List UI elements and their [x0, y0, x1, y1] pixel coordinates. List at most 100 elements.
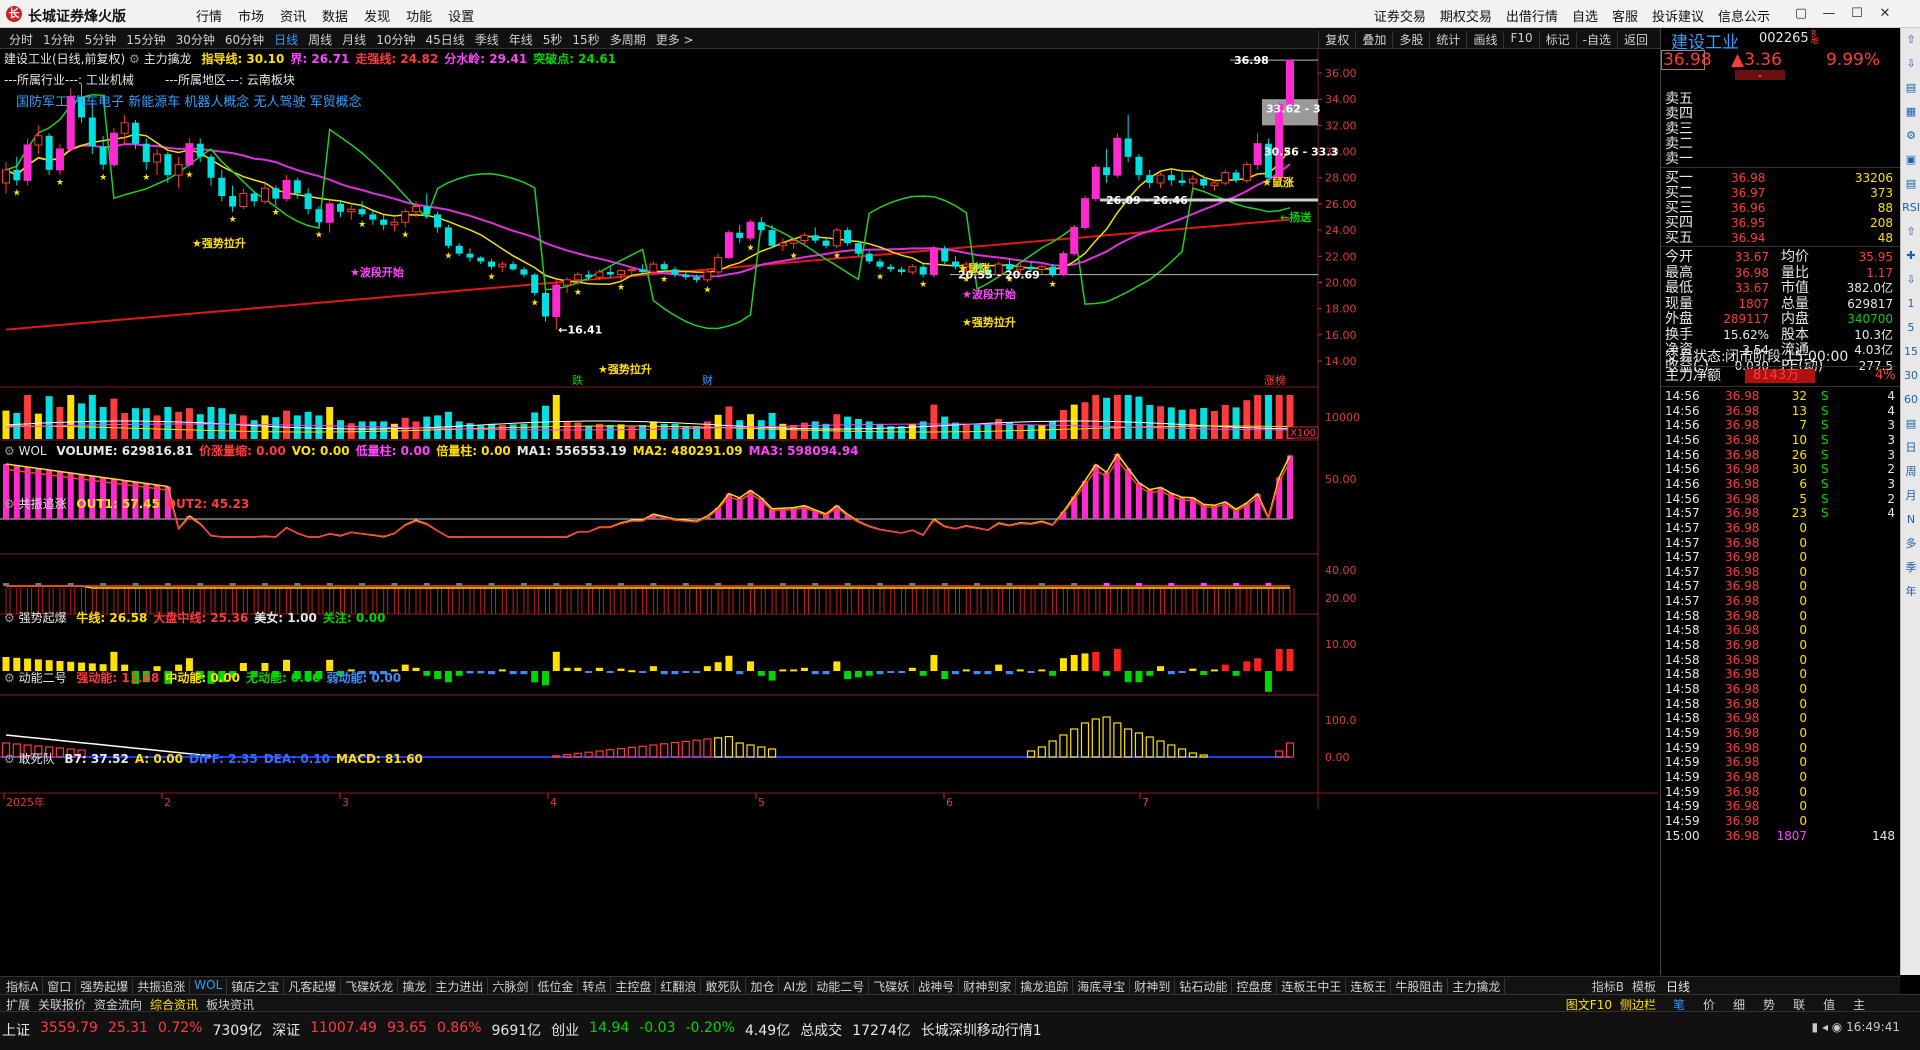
- period-tab[interactable]: 60分钟: [220, 31, 269, 48]
- period-tab[interactable]: 15分钟: [121, 31, 170, 48]
- side-tool-icon[interactable]: 30: [1901, 364, 1920, 388]
- period-tab[interactable]: 15秒: [567, 31, 604, 48]
- side-tool-icon[interactable]: ⇧: [1901, 220, 1920, 244]
- indicator-tab[interactable]: 凡客起爆: [284, 978, 342, 995]
- indicator-tab[interactable]: 共振追涨: [133, 978, 191, 995]
- side-tool-icon[interactable]: 5: [1901, 316, 1920, 340]
- side-tool-icon[interactable]: 日: [1901, 436, 1920, 460]
- indicator-tab[interactable]: AI龙: [779, 978, 813, 995]
- menu-item-shezhi[interactable]: 设置: [448, 6, 474, 25]
- dare-panel-name[interactable]: 敢死队: [19, 752, 55, 766]
- indicator-tab[interactable]: 主力进出: [431, 978, 489, 995]
- menu-item-zixun[interactable]: 资讯: [280, 6, 306, 25]
- gear-icon[interactable]: ⚙: [4, 752, 19, 766]
- indicator-tab[interactable]: 转点: [578, 978, 612, 995]
- concept-tags[interactable]: 国防军工 汽车电子 新能源车 机器人概念 无人驾驶 军贸概念: [16, 91, 362, 110]
- period-tab[interactable]: 月线: [337, 31, 371, 48]
- chart-tool-button[interactable]: 叠加: [1355, 31, 1392, 48]
- indicator-tab[interactable]: 连板王中王: [1277, 978, 1347, 995]
- indicator-tab[interactable]: 擒龙追踪: [1016, 978, 1074, 995]
- gear-icon[interactable]: ⚙: [4, 611, 19, 625]
- resonance-panel-name[interactable]: 共振追涨: [19, 497, 67, 511]
- side-tool-icon[interactable]: ⇩: [1901, 52, 1920, 76]
- indicator-tab[interactable]: 飞碟妖: [869, 978, 915, 995]
- side-tool-icon[interactable]: ✚: [1901, 244, 1920, 268]
- gear-icon[interactable]: ⚙: [4, 497, 19, 511]
- menu-item-watchlist[interactable]: 自选: [1572, 6, 1598, 25]
- menu-item-disclosure[interactable]: 信息公示: [1718, 6, 1770, 25]
- side-tool-icon[interactable]: N: [1901, 508, 1920, 532]
- kline-chart-svg[interactable]: 36.00 34.00 32.00 3 0.00 28.00 26.00 24.00 22.00…: [0, 49, 1660, 976]
- indicator-tab[interactable]: 控盘度: [1232, 978, 1278, 995]
- chart-tool-button[interactable]: 返回: [1616, 31, 1654, 48]
- chart-tool-button[interactable]: 多股: [1392, 31, 1429, 48]
- strong-panel-name[interactable]: 强势起爆: [19, 611, 67, 625]
- side-tool-icon[interactable]: 15: [1901, 340, 1920, 364]
- menu-item-hangqing[interactable]: 行情: [196, 6, 222, 25]
- gear-icon[interactable]: ⚙: [4, 671, 19, 685]
- indicator-tab[interactable]: 指标A: [2, 978, 44, 995]
- indicator-b-tab[interactable]: 指标B: [1592, 978, 1624, 995]
- period-tab[interactable]: 5分钟: [80, 31, 122, 48]
- indicator-tab[interactable]: 动能二号: [812, 978, 870, 995]
- indicator-tab[interactable]: 镇店之宝: [227, 978, 285, 995]
- side-tool-icon[interactable]: 1: [1901, 292, 1920, 316]
- minimize-icon[interactable]: —: [1818, 4, 1840, 24]
- period-tab[interactable]: 10分钟: [371, 31, 420, 48]
- side-tool-icon[interactable]: ▤: [1901, 76, 1920, 100]
- indicator-tab[interactable]: 主力擒龙: [1448, 978, 1506, 995]
- gear-icon[interactable]: ⚙: [4, 444, 19, 458]
- side-tool-icon[interactable]: ▦: [1901, 100, 1920, 124]
- volume-panel-name[interactable]: WOL: [19, 444, 47, 458]
- indicator-tab[interactable]: 财神到家: [959, 978, 1017, 995]
- period-tab[interactable]: 1分钟: [38, 31, 80, 48]
- period-tab[interactable]: 分时: [4, 31, 38, 48]
- indicator-tab[interactable]: 主控盘: [611, 978, 657, 995]
- chart-tool-button[interactable]: 标记: [1538, 31, 1576, 48]
- period-tab[interactable]: 多周期: [605, 31, 651, 48]
- menu-item-gongneng[interactable]: 功能: [406, 6, 432, 25]
- indicator-name[interactable]: 主力擒龙: [144, 52, 192, 66]
- chart-tool-button[interactable]: -自选: [1575, 31, 1617, 48]
- period-tab[interactable]: 45日线: [420, 31, 469, 48]
- menu-item-options-trade[interactable]: 期权交易: [1440, 6, 1492, 25]
- ask-row[interactable]: 卖一: [1665, 150, 1897, 168]
- period-tab[interactable]: 周线: [303, 31, 337, 48]
- menu-item-securities-trade[interactable]: 证券交易: [1374, 6, 1426, 25]
- period-tab[interactable]: 更多 >: [651, 31, 699, 48]
- maximize-icon[interactable]: ☐: [1846, 4, 1868, 24]
- kline-chart-area[interactable]: 36.00 34.00 32.00 3 0.00 28.00 26.00 24.00 22.00…: [0, 49, 1660, 976]
- chart-tool-button[interactable]: 画线: [1466, 31, 1503, 48]
- template-tab[interactable]: 模板: [1632, 978, 1656, 995]
- side-tool-icon[interactable]: 月: [1901, 484, 1920, 508]
- menu-item-complaint[interactable]: 投诉建议: [1652, 6, 1704, 25]
- indicator-tab[interactable]: 敢死队: [701, 978, 747, 995]
- menu-item-shichang[interactable]: 市场: [238, 6, 264, 25]
- indicator-tab[interactable]: 战神号: [914, 978, 960, 995]
- menu-item-faxian[interactable]: 发现: [364, 6, 390, 25]
- period-tab[interactable]: 日线: [269, 31, 303, 48]
- indicator-tab[interactable]: 连板王: [1346, 978, 1392, 995]
- period-tab[interactable]: 5秒: [538, 31, 568, 48]
- period-tab[interactable]: 30分钟: [171, 31, 220, 48]
- chart-tool-button[interactable]: 统计: [1429, 31, 1466, 48]
- indicator-tab[interactable]: 红翻浪: [656, 978, 702, 995]
- side-tool-icon[interactable]: 60: [1901, 388, 1920, 412]
- indicator-tab[interactable]: 窗口: [43, 978, 77, 995]
- side-tool-icon[interactable]: ⇩: [1901, 268, 1920, 292]
- indicator-tab[interactable]: 飞碟妖龙: [341, 978, 399, 995]
- collapse-toggle-icon[interactable]: ⌄: [1735, 70, 1785, 80]
- side-tool-icon[interactable]: 周: [1901, 460, 1920, 484]
- chart-tool-button[interactable]: F10: [1503, 31, 1538, 48]
- side-tool-icon[interactable]: ⚙: [1901, 124, 1920, 148]
- indicator-tab[interactable]: 钻石动能: [1175, 978, 1233, 995]
- menu-item-shuju[interactable]: 数据: [322, 6, 348, 25]
- side-tool-icon[interactable]: ▤: [1901, 172, 1920, 196]
- chart-tool-button[interactable]: 复权: [1318, 31, 1355, 48]
- indicator-tab[interactable]: 低位金: [533, 978, 579, 995]
- skin-icon[interactable]: ▢: [1790, 4, 1812, 24]
- indicator-tab[interactable]: 财神到: [1130, 978, 1176, 995]
- indicator-tab[interactable]: 加仓: [746, 978, 780, 995]
- close-icon[interactable]: ✕: [1874, 4, 1896, 24]
- side-tool-icon[interactable]: 年: [1901, 580, 1920, 604]
